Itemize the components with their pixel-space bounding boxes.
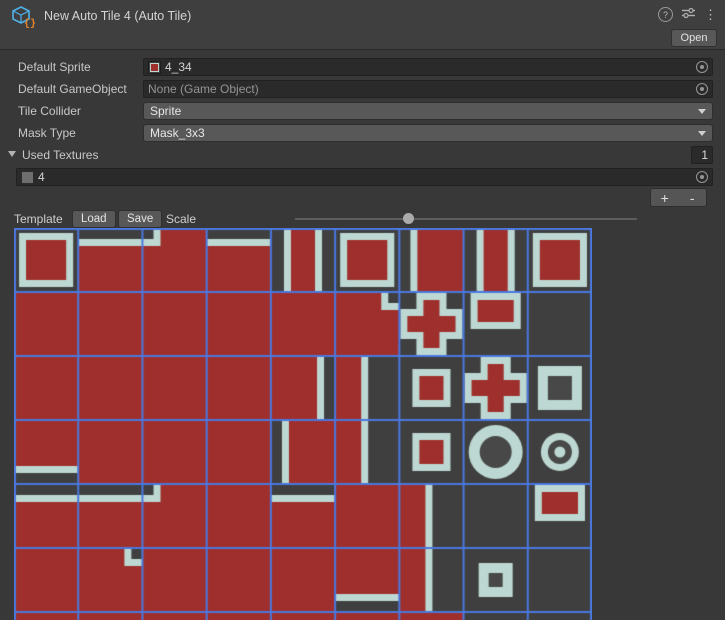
used-textures-label[interactable]: Used Textures <box>22 148 98 162</box>
row-default-gameobject: Default GameObject None (Game Object) <box>0 78 725 100</box>
kebab-menu-icon[interactable]: ⋮ <box>704 8 717 21</box>
default-sprite-value: 4_34 <box>165 60 692 74</box>
foldout-arrow-icon[interactable] <box>8 151 16 157</box>
sprite-thumbnail-icon <box>148 61 161 74</box>
chevron-down-icon <box>698 131 706 136</box>
mask-type-dropdown[interactable]: Mask_3x3 <box>143 124 713 142</box>
row-tile-collider: Tile Collider Sprite <box>0 100 725 122</box>
braces-badge-icon: {} <box>24 20 36 30</box>
mask-type-label: Mask Type <box>18 126 76 140</box>
add-texture-button[interactable]: + <box>651 189 679 206</box>
default-gameobject-value: None (Game Object) <box>148 82 692 96</box>
slider-handle[interactable] <box>403 213 414 224</box>
scale-slider[interactable] <box>295 210 637 228</box>
used-textures-size-field[interactable]: 1 <box>691 146 713 164</box>
object-picker-icon[interactable] <box>696 61 708 73</box>
presets-icon[interactable] <box>682 7 695 22</box>
row-used-textures: Used Textures 1 <box>0 144 725 166</box>
default-gameobject-label: Default GameObject <box>18 82 127 96</box>
open-button[interactable]: Open <box>671 29 717 47</box>
inspector-header: {} New Auto Tile 4 (Auto Tile) ? ⋮ Open <box>0 0 725 50</box>
tile-collider-dropdown[interactable]: Sprite <box>143 102 713 120</box>
default-gameobject-field[interactable]: None (Game Object) <box>143 80 713 98</box>
tile-collider-label: Tile Collider <box>18 104 81 118</box>
template-bar: Template Load Save Scale <box>0 208 725 230</box>
list-footer: + - <box>650 188 707 207</box>
inspector-window: {} New Auto Tile 4 (Auto Tile) ? ⋮ Open … <box>0 0 725 620</box>
mask-type-value: Mask_3x3 <box>150 126 205 140</box>
texture-element-value: 4 <box>38 170 692 184</box>
asset-title: New Auto Tile 4 (Auto Tile) <box>44 9 191 23</box>
remove-texture-button[interactable]: - <box>679 189 707 206</box>
autotile-asset-icon: {} <box>10 5 34 29</box>
row-mask-type: Mask Type Mask_3x3 <box>0 122 725 144</box>
load-button[interactable]: Load <box>72 210 116 228</box>
header-icon-bar: ? ⋮ <box>658 7 717 22</box>
save-button[interactable]: Save <box>118 210 162 228</box>
scale-label: Scale <box>166 212 196 226</box>
default-sprite-label: Default Sprite <box>18 60 91 74</box>
used-textures-size: 1 <box>701 148 708 162</box>
template-label: Template <box>14 212 63 226</box>
help-icon[interactable]: ? <box>658 7 673 22</box>
chevron-down-icon <box>698 109 706 114</box>
tile-collider-value: Sprite <box>150 104 181 118</box>
object-picker-icon[interactable] <box>696 83 708 95</box>
texture-thumbnail-icon <box>21 171 34 184</box>
row-default-sprite: Default Sprite 4_34 <box>0 56 725 78</box>
default-sprite-field[interactable]: 4_34 <box>143 58 713 76</box>
object-picker-icon[interactable] <box>696 171 708 183</box>
row-texture-element: 4 <box>0 166 725 188</box>
tileset-preview[interactable] <box>14 228 592 620</box>
slider-track[interactable] <box>295 218 637 220</box>
texture-element-field[interactable]: 4 <box>16 168 713 186</box>
